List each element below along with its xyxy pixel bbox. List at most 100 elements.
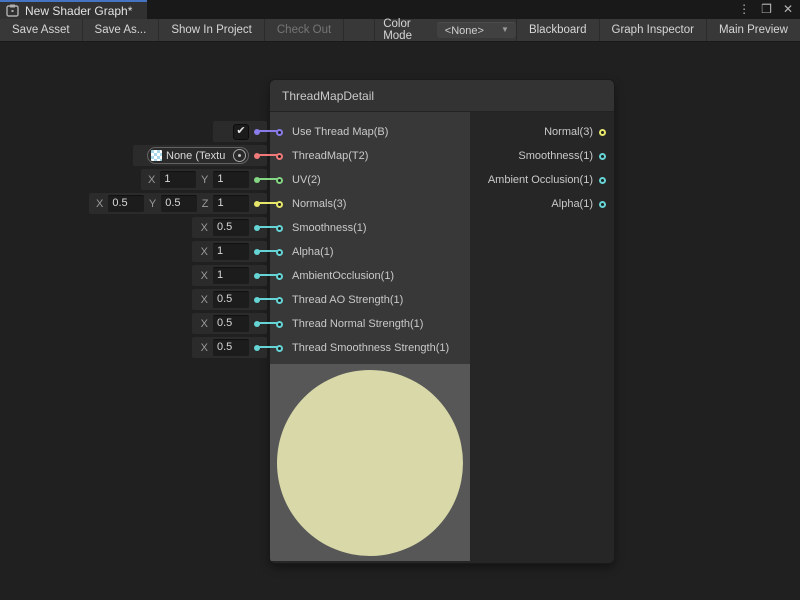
number-input-y[interactable]: 1	[213, 171, 249, 188]
input-port[interactable]	[276, 177, 283, 184]
output-port[interactable]	[599, 153, 606, 160]
show-in-project-button[interactable]: Show In Project	[159, 19, 265, 41]
output-port[interactable]	[599, 129, 606, 136]
preview-sphere	[277, 370, 463, 556]
port-stub-line	[259, 154, 277, 156]
color-mode-dropdown[interactable]: <None> ▼	[437, 22, 516, 38]
input-port-label: Thread Smoothness Strength(1)	[292, 342, 449, 354]
output-row-smoothness: Smoothness(1)	[470, 144, 614, 168]
widget-ambient-occlusion: X 1	[192, 265, 267, 286]
port-stub-line	[259, 178, 277, 180]
input-port[interactable]	[276, 321, 283, 328]
axis-label: X	[201, 318, 208, 330]
number-input-x[interactable]: 1	[213, 267, 249, 284]
number-input-x[interactable]: 0.5	[213, 219, 249, 236]
input-port-label: Thread Normal Strength(1)	[292, 318, 423, 330]
use-thread-map-checkbox[interactable]: ✔	[233, 124, 249, 140]
input-row-normals: Normals(3)	[270, 192, 470, 216]
number-input-x[interactable]: 0.5	[108, 195, 144, 212]
input-port[interactable]	[276, 129, 283, 136]
input-port-label: UV(2)	[292, 174, 321, 186]
widget-normals: X 0.5 Y 0.5 Z 1	[89, 193, 267, 214]
save-as-button[interactable]: Save As...	[83, 19, 160, 41]
graph-inspector-toggle-button[interactable]: Graph Inspector	[599, 19, 706, 41]
node-body: Use Thread Map(B) ThreadMap(T2) UV(2) No…	[270, 112, 614, 562]
widget-thread-ao-strength: X 0.5	[192, 289, 267, 310]
input-port-label: Thread AO Strength(1)	[292, 294, 403, 306]
input-port-label: ThreadMap(T2)	[292, 150, 368, 162]
chevron-down-icon: ▼	[501, 25, 509, 34]
axis-label: X	[201, 270, 208, 282]
input-row-uv: UV(2)	[270, 168, 470, 192]
picker-dot	[238, 154, 241, 157]
number-input-x[interactable]: 0.5	[213, 291, 249, 308]
input-port[interactable]	[276, 201, 283, 208]
widget-thread-normal-strength: X 0.5	[192, 313, 267, 334]
close-icon[interactable]: ✕	[783, 0, 793, 19]
number-input-x[interactable]: 1	[160, 171, 196, 188]
output-row-alpha: Alpha(1)	[470, 192, 614, 216]
node-threadmapdetail[interactable]: ThreadMapDetail Use Thread Map(B) Thread…	[270, 80, 614, 563]
port-stub-line	[259, 298, 277, 300]
axis-label: X	[201, 222, 208, 234]
input-port[interactable]	[276, 153, 283, 160]
texture-thumbnail-icon	[151, 150, 162, 161]
menu-icon[interactable]: ⋮	[738, 0, 750, 19]
object-picker-icon[interactable]	[233, 149, 246, 162]
node-outputs-column: Normal(3) Smoothness(1) Ambient Occlusio…	[470, 112, 614, 562]
output-port[interactable]	[599, 201, 606, 208]
node-header[interactable]: ThreadMapDetail	[270, 80, 614, 112]
color-mode-value: <None>	[437, 25, 484, 37]
axis-label: Y	[149, 198, 156, 210]
port-stub-line	[259, 202, 277, 204]
input-port[interactable]	[276, 345, 283, 352]
axis-label: Z	[202, 198, 209, 210]
node-title: ThreadMapDetail	[282, 89, 374, 103]
graph-canvas[interactable]: ThreadMapDetail Use Thread Map(B) Thread…	[0, 42, 800, 600]
axis-label: X	[201, 294, 208, 306]
input-port-label: Use Thread Map(B)	[292, 126, 388, 138]
tab-bar: New Shader Graph* ⋮ ❒ ✕	[0, 0, 800, 19]
toolbar-right-group: Blackboard Graph Inspector Main Preview	[516, 19, 800, 41]
port-stub-line	[259, 346, 277, 348]
output-port[interactable]	[599, 177, 606, 184]
number-input-x[interactable]: 0.5	[213, 339, 249, 356]
number-input-y[interactable]: 0.5	[161, 195, 197, 212]
number-input-x[interactable]: 1	[213, 243, 249, 260]
input-port-label: Normals(3)	[292, 198, 346, 210]
number-input-x[interactable]: 0.5	[213, 315, 249, 332]
input-port[interactable]	[276, 297, 283, 304]
axis-label: X	[148, 174, 155, 186]
input-port[interactable]	[276, 249, 283, 256]
input-row-ambient-occlusion: AmbientOcclusion(1)	[270, 264, 470, 288]
widget-thread-smoothness-strength: X 0.5	[192, 337, 267, 358]
input-port[interactable]	[276, 273, 283, 280]
tab-title: New Shader Graph*	[25, 4, 132, 18]
tab-new-shader-graph[interactable]: New Shader Graph*	[0, 0, 147, 19]
texture-object-field[interactable]: None (Textu	[147, 147, 249, 164]
input-row-thread-normal-strength: Thread Normal Strength(1)	[270, 312, 470, 336]
checkmark-icon: ✔	[236, 126, 245, 137]
output-row-normal: Normal(3)	[470, 120, 614, 144]
axis-label: Y	[201, 174, 208, 186]
input-row-smoothness: Smoothness(1)	[270, 216, 470, 240]
save-asset-button[interactable]: Save Asset	[0, 19, 83, 41]
input-row-thread-smoothness-strength: Thread Smoothness Strength(1)	[270, 336, 470, 360]
blackboard-toggle-button[interactable]: Blackboard	[516, 19, 599, 41]
node-inputs-column: Use Thread Map(B) ThreadMap(T2) UV(2) No…	[270, 112, 470, 364]
output-port-label: Smoothness(1)	[518, 150, 593, 162]
widget-smoothness: X 0.5	[192, 217, 267, 238]
input-row-thread-ao-strength: Thread AO Strength(1)	[270, 288, 470, 312]
output-port-label: Ambient Occlusion(1)	[488, 174, 593, 186]
color-mode-label: Color Mode	[374, 19, 437, 41]
input-port-label: Alpha(1)	[292, 246, 334, 258]
number-input-z[interactable]: 1	[213, 195, 249, 212]
input-port[interactable]	[276, 225, 283, 232]
main-preview-toggle-button[interactable]: Main Preview	[706, 19, 800, 41]
axis-label: X	[96, 198, 103, 210]
input-row-alpha: Alpha(1)	[270, 240, 470, 264]
maximize-icon[interactable]: ❒	[761, 0, 772, 19]
port-stub-line	[259, 274, 277, 276]
input-port-label: AmbientOcclusion(1)	[292, 270, 394, 282]
texture-field-value: None (Textu	[166, 150, 233, 162]
